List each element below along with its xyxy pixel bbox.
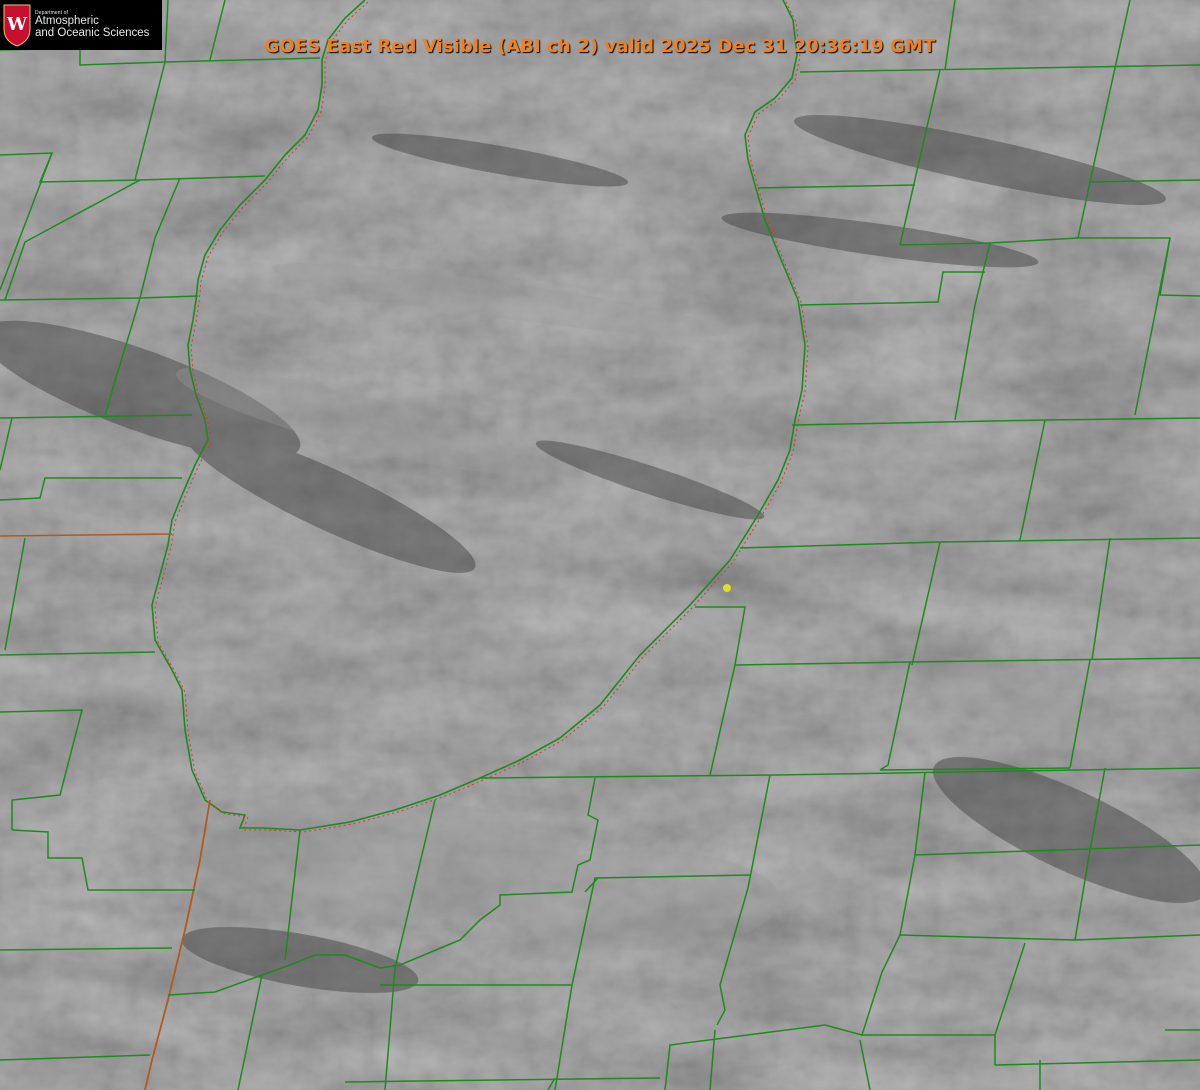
svg-text:W: W xyxy=(6,14,28,35)
map-view: W Department of Atmospheric and Oceanic … xyxy=(0,0,1200,1090)
logo-line1: Atmospheric xyxy=(35,14,99,27)
satellite-map xyxy=(0,0,1200,1090)
image-title: GOES East Red Visible (ABI ch 2) valid 2… xyxy=(264,36,936,57)
yellow-dot-marker xyxy=(723,584,731,592)
logo-text-block: Department of Atmospheric and Oceanic Sc… xyxy=(35,10,149,40)
